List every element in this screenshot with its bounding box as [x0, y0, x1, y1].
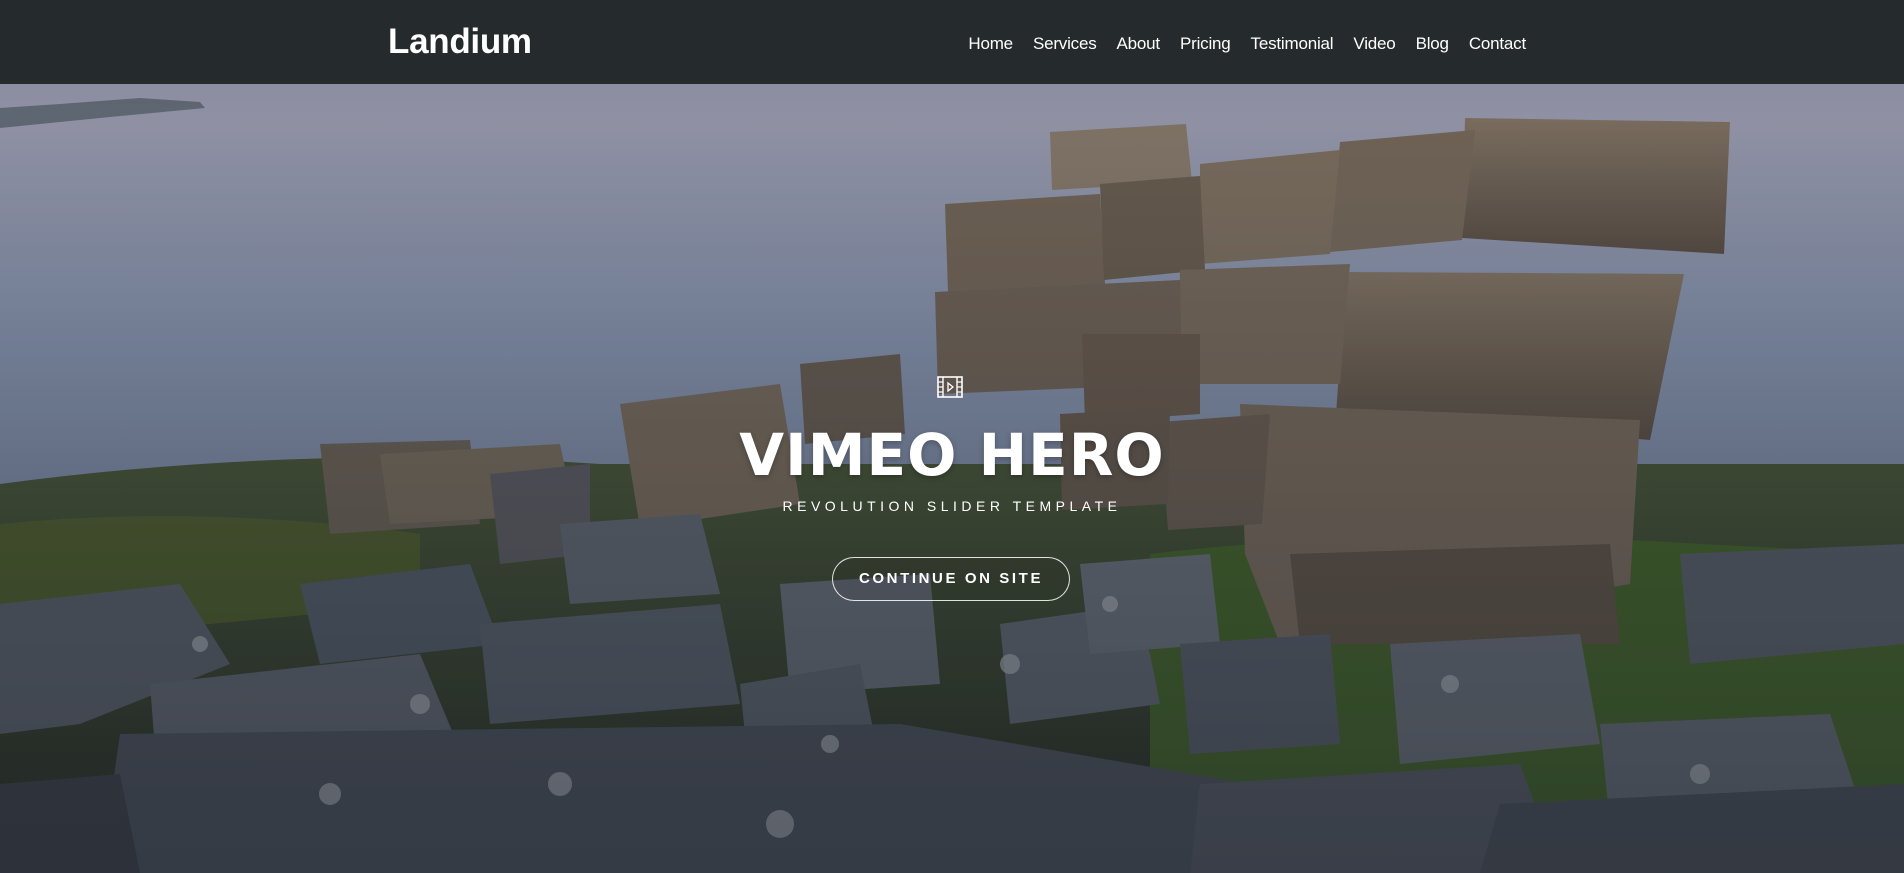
nav-item-testimonial: Testimonial [1241, 33, 1344, 55]
nav-item-services: Services [1023, 33, 1107, 55]
main-nav: Home Services About Pricing Testimonial … [958, 33, 1526, 55]
continue-on-site-button[interactable]: CONTINUE ON SITE [832, 557, 1070, 601]
nav-link-services[interactable]: Services [1023, 33, 1107, 55]
nav-item-home: Home [958, 33, 1023, 55]
nav-link-contact[interactable]: Contact [1459, 33, 1526, 55]
brand-logo[interactable]: Landium [388, 20, 532, 64]
hero-title: VIMEO HERO [739, 421, 1165, 489]
nav-item-blog: Blog [1406, 33, 1459, 55]
film-play-icon [937, 376, 963, 398]
nav-link-video[interactable]: Video [1343, 33, 1405, 55]
nav-item-video: Video [1343, 33, 1405, 55]
nav-item-pricing: Pricing [1170, 33, 1241, 55]
nav-item-about: About [1107, 33, 1170, 55]
site-header: Landium Home Services About Pricing Test… [0, 0, 1904, 84]
nav-link-blog[interactable]: Blog [1406, 33, 1459, 55]
nav-link-home[interactable]: Home [958, 33, 1023, 55]
hero-section: VIMEO HERO REVOLUTION SLIDER TEMPLATE CO… [0, 84, 1904, 873]
nav-link-about[interactable]: About [1107, 33, 1170, 55]
nav-link-pricing[interactable]: Pricing [1170, 33, 1241, 55]
nav-link-testimonial[interactable]: Testimonial [1241, 33, 1344, 55]
hero-subtitle: REVOLUTION SLIDER TEMPLATE [782, 498, 1122, 514]
nav-item-contact: Contact [1459, 33, 1526, 55]
